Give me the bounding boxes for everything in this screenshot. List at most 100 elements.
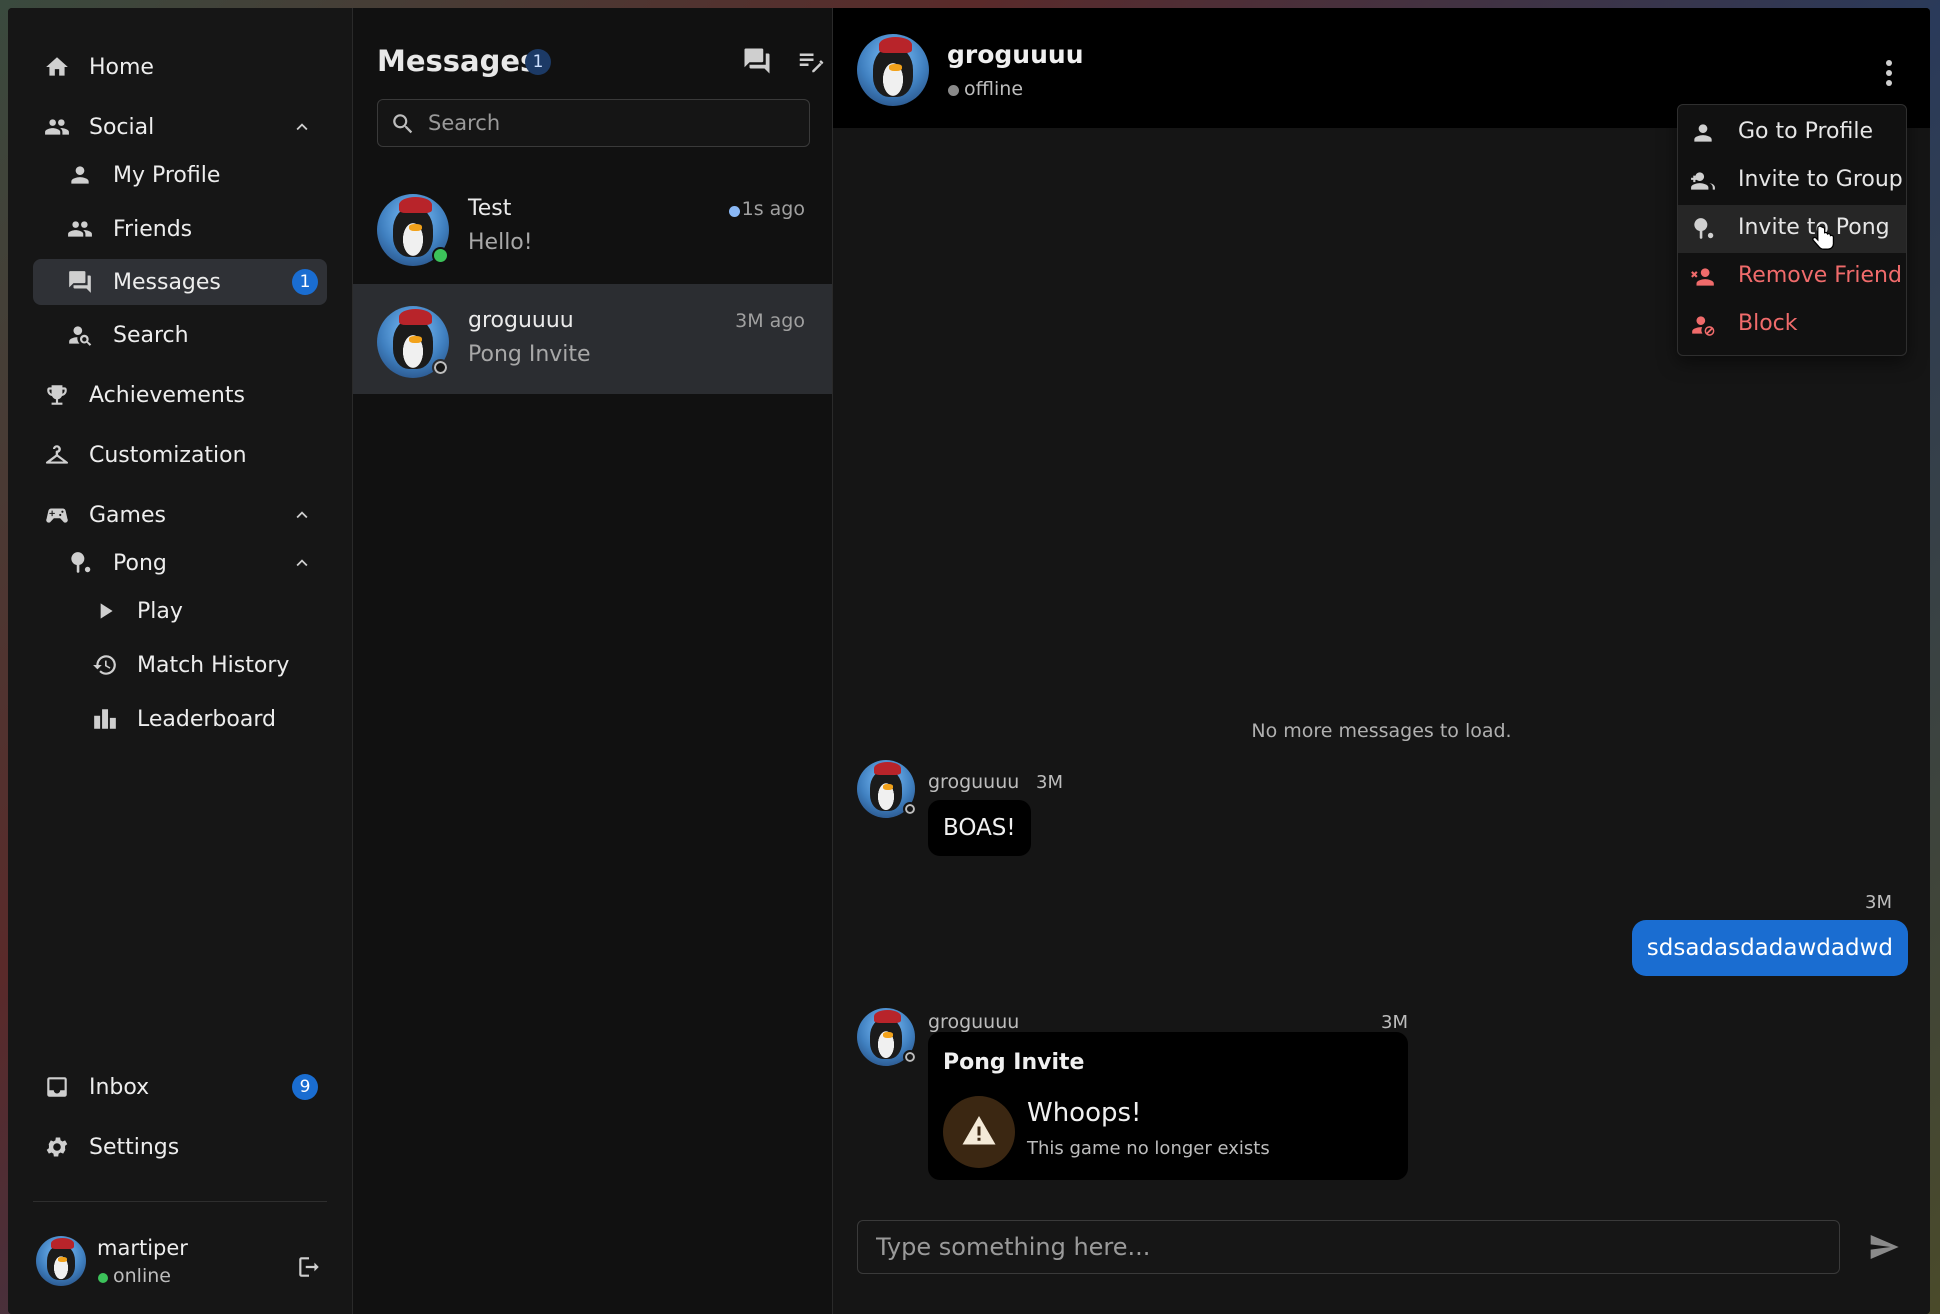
current-user-name: martiper	[97, 1236, 188, 1260]
conversation-item[interactable]: Test Hello! 1s ago	[353, 172, 832, 282]
conversation-name: groguuuu	[468, 308, 574, 333]
person-search-icon	[65, 320, 95, 350]
message-bubble: sdsadasdadawdadwd	[1631, 920, 1908, 976]
sidebar-item-my-profile[interactable]: My Profile	[8, 151, 352, 199]
conversation-preview: Pong Invite	[468, 342, 591, 367]
messages-header: Messages 1	[377, 40, 824, 90]
person-remove-icon	[1690, 264, 1716, 290]
sidebar-item-customization[interactable]: Customization	[8, 431, 352, 479]
sidebar-item-label: Home	[89, 54, 154, 80]
new-chat-icon[interactable]	[742, 46, 774, 78]
menu-item-label: Remove Friend	[1738, 263, 1902, 288]
sidebar-item-settings[interactable]: Settings	[8, 1123, 352, 1171]
inbox-count-badge: 9	[292, 1074, 318, 1100]
message-author: groguuuu	[928, 771, 1020, 793]
chevron-up-icon[interactable]	[291, 504, 313, 526]
conversation-name: Test	[468, 196, 512, 221]
offline-status-dot	[948, 85, 959, 96]
home-icon	[42, 52, 72, 82]
menu-item-remove-friend[interactable]: Remove Friend	[1678, 253, 1906, 301]
sidebar-item-label: Friends	[113, 216, 193, 242]
contact-options-menu: Go to Profile Invite to Group Invite to …	[1677, 104, 1907, 356]
send-icon[interactable]	[1868, 1231, 1902, 1265]
conversation-time: 3M ago	[735, 310, 805, 332]
search-field[interactable]	[377, 99, 810, 147]
menu-item-go-to-profile[interactable]: Go to Profile	[1678, 109, 1906, 157]
sidebar-item-achievements[interactable]: Achievements	[8, 371, 352, 419]
sidebar-item-label: Messages	[113, 269, 221, 295]
invite-title: Pong Invite	[943, 1050, 1085, 1075]
chat-contact-name: groguuuu	[947, 40, 1084, 69]
sidebar-item-games[interactable]: Games	[8, 491, 352, 539]
search-icon	[393, 114, 413, 134]
sidebar-item-label: Pong	[113, 550, 167, 576]
menu-item-block[interactable]: Block	[1678, 301, 1906, 349]
sidebar-item-search[interactable]: Search	[8, 311, 352, 359]
more-options-icon[interactable]	[1881, 58, 1897, 92]
person-icon	[1690, 120, 1716, 146]
avatar	[36, 1236, 86, 1286]
online-status-dot	[98, 1273, 108, 1283]
sidebar-item-label: Settings	[89, 1134, 180, 1160]
person-icon	[65, 160, 95, 190]
page-title: Messages	[377, 44, 538, 78]
gear-icon	[42, 1132, 72, 1162]
history-icon	[90, 650, 120, 680]
menu-item-label: Invite to Group	[1738, 167, 1903, 192]
conversation-item[interactable]: groguuuu Pong Invite 3M ago	[353, 284, 832, 394]
hanger-icon	[42, 440, 72, 470]
compose-icon[interactable]	[796, 46, 828, 78]
pong-invite-card: Pong Invite Whoops! This game no longer …	[928, 1032, 1408, 1180]
logout-icon[interactable]	[296, 1254, 322, 1280]
sidebar-item-label: Games	[89, 502, 166, 528]
message-composer[interactable]	[857, 1220, 1840, 1274]
unread-dot	[729, 206, 740, 217]
message-input[interactable]	[858, 1221, 1839, 1273]
menu-item-invite-to-pong[interactable]: Invite to Pong	[1678, 205, 1906, 253]
play-icon	[90, 596, 120, 626]
menu-item-invite-to-group[interactable]: Invite to Group	[1678, 157, 1906, 205]
chevron-up-icon[interactable]	[291, 116, 313, 138]
no-more-messages: No more messages to load.	[1251, 720, 1512, 742]
menu-item-label: Go to Profile	[1738, 119, 1873, 144]
sidebar-item-label: Customization	[89, 442, 247, 468]
hand-pointer-icon	[1812, 225, 1835, 250]
sidebar-item-social[interactable]: Social	[8, 103, 352, 151]
conversation-time: 1s ago	[741, 198, 805, 220]
message-time: 3M	[1865, 892, 1892, 913]
chevron-up-icon[interactable]	[291, 552, 313, 574]
sidebar-item-messages[interactable]: Messages 1	[33, 259, 327, 305]
group-add-icon	[1690, 168, 1716, 194]
menu-item-label: Block	[1738, 311, 1798, 336]
message-time: 3M	[1036, 772, 1063, 793]
invite-error-text: This game no longer exists	[1027, 1138, 1270, 1159]
avatar	[377, 306, 449, 378]
sidebar-item-match-history[interactable]: Match History	[8, 641, 352, 689]
current-user-card[interactable]: martiper online	[8, 1202, 352, 1314]
sidebar-item-leaderboard[interactable]: Leaderboard	[8, 695, 352, 743]
paddle-icon	[1690, 216, 1716, 242]
sidebar: Home Social My Profile Friends Messages …	[8, 8, 353, 1314]
sidebar-item-label: My Profile	[113, 162, 221, 188]
message-time: 3M	[1381, 1012, 1408, 1033]
sidebar-item-label: Inbox	[89, 1074, 150, 1100]
trophy-icon	[42, 380, 72, 410]
sidebar-item-home[interactable]: Home	[8, 43, 352, 91]
sidebar-item-label: Search	[113, 322, 189, 348]
app-window: Home Social My Profile Friends Messages …	[8, 8, 1930, 1314]
inbox-icon	[42, 1072, 72, 1102]
search-input[interactable]	[428, 100, 798, 146]
sidebar-item-label: Social	[89, 114, 155, 140]
offline-status-dot	[432, 359, 449, 376]
sidebar-item-inbox[interactable]: Inbox 9	[8, 1063, 352, 1111]
sidebar-item-friends[interactable]: Friends	[8, 205, 352, 253]
block-user-icon	[1690, 312, 1716, 338]
online-status-dot	[432, 247, 449, 264]
group-icon	[65, 214, 95, 244]
avatar	[857, 760, 917, 818]
sidebar-item-pong[interactable]: Pong	[8, 539, 352, 587]
sidebar-item-play[interactable]: Play	[8, 587, 352, 635]
message-author: groguuuu	[928, 1011, 1020, 1033]
avatar	[857, 1008, 917, 1066]
avatar[interactable]	[857, 34, 929, 106]
